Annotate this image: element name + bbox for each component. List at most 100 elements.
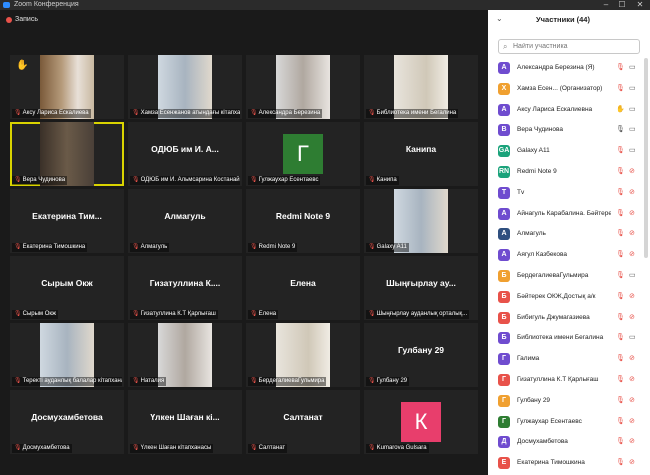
- mic-muted-icon[interactable]: 🎙: [616, 271, 625, 281]
- participant-row[interactable]: В Вера Чудинова 🎙 ▭: [488, 120, 644, 141]
- video-tile[interactable]: Г 🎙Гулжаухар Есентаевс: [246, 122, 360, 186]
- video-tile[interactable]: ✋ 🎙Аксу Лариса Ескалиева: [10, 55, 124, 119]
- participant-row[interactable]: Д Досмухамбетова 🎙 ⊘: [488, 432, 644, 453]
- mic-muted-icon[interactable]: 🎙: [616, 417, 625, 427]
- recording-indicator[interactable]: Запись: [6, 15, 38, 25]
- video-tile[interactable]: Сырым Окж 🎙Сырым Окж: [10, 256, 124, 320]
- video-tile[interactable]: 🎙Хамза Есенжанов атындағы кітапхана: [128, 55, 242, 119]
- video-tile[interactable]: 🎙БердегалиеваГульмира: [246, 323, 360, 387]
- video-tile[interactable]: К 🎙Kumarova Gulsara: [364, 390, 478, 454]
- avatar: А: [498, 62, 510, 74]
- camera-off-icon[interactable]: ⊘: [629, 354, 635, 364]
- video-tile[interactable]: 🎙Теректі ауданлық балалар кітапханасы: [10, 323, 124, 387]
- participant-row[interactable]: Г Галима 🎙 ⊘: [488, 349, 644, 370]
- participant-row[interactable]: Х Хамза Есен... (Организатор) 🎙 ▭: [488, 79, 644, 100]
- mic-muted-icon[interactable]: 🎙: [616, 458, 625, 468]
- camera-off-icon[interactable]: ⊘: [629, 209, 635, 219]
- video-tile[interactable]: Алмагуль 🎙Алмагуль: [128, 189, 242, 253]
- mic-muted-icon[interactable]: 🎙: [616, 63, 625, 73]
- participant-row[interactable]: А Аксу Лариса Ескалиевна ✋ ▭: [488, 100, 644, 121]
- participant-row[interactable]: RN Redmi Note 9 🎙 ⊘: [488, 162, 644, 183]
- mic-muted-icon[interactable]: 🎙: [616, 396, 625, 406]
- video-tile[interactable]: ОДЮБ им И. А... 🎙ОДЮБ им И. Альмсарина Ко…: [128, 122, 242, 186]
- participant-row[interactable]: А Айнагуль Карабалина. Бәйтерек 🎙 ⊘: [488, 204, 644, 225]
- search-input[interactable]: [513, 41, 637, 52]
- camera-off-icon[interactable]: ⊘: [629, 396, 635, 406]
- video-tile[interactable]: Салтанат 🎙Салтанат: [246, 390, 360, 454]
- tile-display-name: Гулбану 29: [397, 345, 445, 355]
- participant-row[interactable]: Б БердегалиеваГульмира 🎙 ▭: [488, 266, 644, 287]
- participant-row[interactable]: Б Библиотека имени Бегалина 🎙 ▭: [488, 328, 644, 349]
- scrollbar[interactable]: [644, 58, 648, 258]
- participant-name: Айнагуль Карабалина. Бәйтерек: [517, 209, 611, 217]
- camera-off-icon[interactable]: ⊘: [629, 250, 635, 260]
- mic-muted-icon[interactable]: 🎙: [616, 333, 625, 343]
- maximize-button[interactable]: ☐: [614, 0, 630, 10]
- video-tile[interactable]: Канипа 🎙Канипа: [364, 122, 478, 186]
- video-tile[interactable]: 🎙Библиотека имени Бегалина: [364, 55, 478, 119]
- video-tile[interactable]: Үлкен Шаған кі... 🎙Үлкен Шаған кітапханас…: [128, 390, 242, 454]
- mic-muted-icon[interactable]: 🎙: [616, 375, 625, 385]
- mic-muted-icon[interactable]: 🎙: [616, 313, 625, 323]
- participant-row[interactable]: Г Гулбану 29 🎙 ⊘: [488, 391, 644, 412]
- window-title: Zoom Конференция: [14, 1, 79, 8]
- video-tile[interactable]: 🎙Александра Березина: [246, 55, 360, 119]
- participant-row[interactable]: Е Екатерина Тимошкина 🎙 ⊘: [488, 453, 644, 474]
- camera-off-icon[interactable]: ⊘: [629, 292, 635, 302]
- participant-search[interactable]: ⌕: [498, 39, 640, 54]
- camera-icon[interactable]: ▭: [629, 271, 636, 281]
- tile-label-text: Салтанат: [258, 445, 286, 451]
- camera-off-icon[interactable]: ⊘: [629, 458, 635, 468]
- participant-row[interactable]: Б Бибигуль Джумагазиева 🎙 ⊘: [488, 308, 644, 329]
- camera-off-icon[interactable]: ⊘: [629, 167, 635, 177]
- participant-row[interactable]: А Алмагуль 🎙 ⊘: [488, 224, 644, 245]
- minimize-button[interactable]: –: [598, 0, 614, 10]
- camera-icon[interactable]: ▭: [629, 63, 636, 73]
- raised-hand-icon[interactable]: ✋: [616, 105, 625, 115]
- video-tile[interactable]: Шыңғырлау ау... 🎙Шыңғырлау ауданлық ортал…: [364, 256, 478, 320]
- close-button[interactable]: ✕: [632, 0, 648, 10]
- participant-row[interactable]: А Аягул Казбекова 🎙 ⊘: [488, 245, 644, 266]
- participant-row[interactable]: Б Бәйтерек ОКЖ,Достық а/к 🎙 ⊘: [488, 287, 644, 308]
- camera-icon[interactable]: ▭: [629, 125, 636, 135]
- camera-off-icon[interactable]: ⊘: [629, 188, 635, 198]
- mic-muted-icon[interactable]: 🎙: [616, 250, 625, 260]
- camera-off-icon[interactable]: ⊘: [629, 437, 635, 447]
- avatar: RN: [498, 165, 510, 178]
- video-tile[interactable]: Досмухамбетова 🎙Досмухамбетова: [10, 390, 124, 454]
- camera-off-icon[interactable]: ⊘: [629, 229, 635, 239]
- camera-icon[interactable]: ▭: [629, 333, 636, 343]
- video-tile[interactable]: 🎙Наталия: [128, 323, 242, 387]
- mic-muted-icon: 🎙: [14, 378, 22, 384]
- mic-muted-icon[interactable]: 🎙: [616, 146, 625, 156]
- participant-row[interactable]: T Tv 🎙 ⊘: [488, 183, 644, 204]
- camera-off-icon[interactable]: ⊘: [629, 375, 635, 385]
- mic-muted-icon[interactable]: 🎙: [616, 167, 625, 177]
- camera-icon[interactable]: ▭: [629, 84, 636, 94]
- mic-muted-icon[interactable]: 🎙: [616, 84, 625, 94]
- camera-icon[interactable]: ▭: [629, 105, 636, 115]
- mic-muted-icon[interactable]: 🎙: [616, 292, 625, 302]
- video-tile[interactable]: Гулбану 29 🎙Гулбану 29: [364, 323, 478, 387]
- mic-muted-icon[interactable]: 🎙: [616, 437, 625, 447]
- mic-muted-icon[interactable]: 🎙: [616, 209, 625, 219]
- participant-row[interactable]: А Александра Березина (Я) 🎙 ▭: [488, 58, 644, 79]
- mic-muted-icon[interactable]: 🎙: [616, 188, 625, 198]
- video-tile[interactable]: Redmi Note 9 🎙Redmi Note 9: [246, 189, 360, 253]
- camera-icon[interactable]: ▭: [629, 146, 636, 156]
- video-tile[interactable]: 🎙Galaxy A11: [364, 189, 478, 253]
- participant-row[interactable]: GA Galaxy A11 🎙 ▭: [488, 141, 644, 162]
- mic-muted-icon[interactable]: 🎙: [616, 229, 625, 239]
- video-tile[interactable]: Гизатуллина К.... 🎙Гизатуллина К.Т Қарлығ…: [128, 256, 242, 320]
- video-tile[interactable]: 🎙Вера Чудинова: [10, 122, 124, 186]
- tile-label-text: Үлкен Шаған кітапханасы: [140, 445, 212, 451]
- tile-name-label: 🎙Библиотека имени Бегалина: [366, 109, 459, 118]
- mic-icon[interactable]: 🎙: [616, 125, 625, 135]
- camera-off-icon[interactable]: ⊘: [629, 417, 635, 427]
- video-tile[interactable]: Елена 🎙Елена: [246, 256, 360, 320]
- video-tile[interactable]: Екатерина Тим... 🎙Екатерина Тимошкина: [10, 189, 124, 253]
- participant-row[interactable]: Г Гулжаухар Есентаевс 🎙 ⊘: [488, 412, 644, 433]
- participant-row[interactable]: Г Гизатуллина К.Т Қарлығаш 🎙 ⊘: [488, 370, 644, 391]
- mic-muted-icon[interactable]: 🎙: [616, 354, 625, 364]
- camera-off-icon[interactable]: ⊘: [629, 313, 635, 323]
